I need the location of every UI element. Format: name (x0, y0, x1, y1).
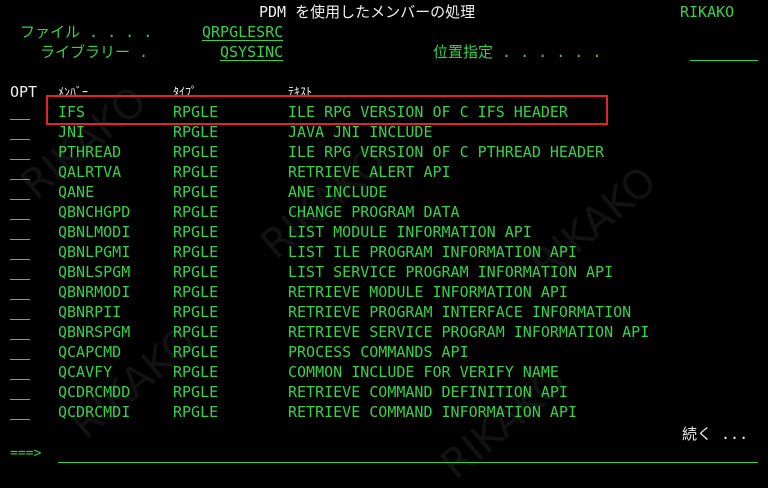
member-type: RPGLE (173, 203, 219, 221)
option-input[interactable] (10, 359, 30, 360)
member-name: QBNCHGPD (58, 203, 131, 221)
member-text: LIST ILE PROGRAM INFORMATION API (288, 243, 577, 261)
member-text: RETRIEVE COMMAND INFORMATION API (288, 403, 577, 421)
option-input[interactable] (10, 339, 30, 340)
member-text: COMMON INCLUDE FOR VERIFY NAME (288, 363, 559, 381)
option-input[interactable] (10, 379, 30, 380)
member-text: LIST SERVICE PROGRAM INFORMATION API (288, 263, 614, 281)
option-input[interactable] (10, 259, 30, 260)
position-field[interactable] (690, 60, 758, 61)
member-name: PTHREAD (58, 143, 122, 161)
member-name: QBNLMODI (58, 223, 131, 241)
member-text: RETRIEVE PROGRAM INTERFACE INFORMATION (288, 303, 632, 321)
member-type: RPGLE (173, 363, 219, 381)
option-input[interactable] (10, 239, 30, 240)
system-name: RIKAKO (680, 3, 735, 21)
option-input[interactable] (10, 279, 30, 280)
member-text: RETRIEVE MODULE INFORMATION API (288, 283, 568, 301)
position-label: 位置指定 . . . . . . (433, 43, 602, 61)
member-text: PROCESS COMMANDS API (288, 343, 469, 361)
file-field[interactable]: QRPGLESRC (202, 22, 283, 42)
option-input[interactable] (10, 139, 30, 140)
member-type: RPGLE (173, 143, 219, 161)
option-input[interactable] (10, 419, 30, 420)
member-text: ANE INCLUDE (288, 183, 388, 201)
member-name: QCAPCMD (58, 343, 122, 361)
member-name: QALRTVA (58, 163, 122, 181)
member-type: RPGLE (173, 183, 219, 201)
member-name: QBNRMODI (58, 283, 131, 301)
member-type: RPGLE (173, 223, 219, 241)
library-label: ライブラリー . (40, 43, 149, 61)
more-indicator: 続く ... (682, 425, 749, 443)
library-field[interactable]: QSYSINC (220, 42, 283, 62)
command-input[interactable] (58, 462, 758, 463)
option-input[interactable] (10, 179, 30, 180)
member-name: QCDRCMDD (58, 383, 131, 401)
option-input[interactable] (10, 399, 30, 400)
member-type: RPGLE (173, 323, 219, 341)
member-name: QBNLSPGM (58, 263, 131, 281)
option-input[interactable] (10, 119, 30, 120)
option-input[interactable] (10, 219, 30, 220)
member-type: RPGLE (173, 383, 219, 401)
member-name: QCAVFY (58, 363, 113, 381)
member-text: LIST MODULE INFORMATION API (288, 223, 532, 241)
member-type: RPGLE (173, 243, 219, 261)
command-prompt: ===> (10, 446, 42, 461)
member-text: ILE RPG VERSION OF C PTHREAD HEADER (288, 143, 605, 161)
member-name: QBNRPII (58, 303, 122, 321)
member-text: CHANGE PROGRAM DATA (288, 203, 460, 221)
member-type: RPGLE (173, 163, 219, 181)
member-type: RPGLE (173, 343, 219, 361)
option-input[interactable] (10, 319, 30, 320)
screen-title: PDM を使用したメンバーの処理 (259, 3, 476, 21)
member-name: QCDRCMDI (58, 403, 131, 421)
member-type: RPGLE (173, 263, 219, 281)
member-name: QBNRSPGM (58, 323, 131, 341)
member-text: JAVA JNI INCLUDE (288, 123, 433, 141)
file-label: ファイル . . . . (20, 23, 153, 41)
member-type: RPGLE (173, 403, 219, 421)
member-name: QANE (58, 183, 95, 201)
option-input[interactable] (10, 299, 30, 300)
member-type: RPGLE (173, 123, 219, 141)
member-type: RPGLE (173, 283, 219, 301)
member-name: JNI (58, 123, 86, 141)
member-name: QBNLPGMI (58, 243, 131, 261)
member-type: RPGLE (173, 303, 219, 321)
member-text: RETRIEVE COMMAND DEFINITION API (288, 383, 568, 401)
member-text: RETRIEVE SERVICE PROGRAM INFORMATION API (288, 323, 650, 341)
option-input[interactable] (10, 159, 30, 160)
option-input[interactable] (10, 199, 30, 200)
highlight-box (46, 95, 608, 125)
member-text: RETRIEVE ALERT API (288, 163, 451, 181)
column-header-opt: OPT (10, 83, 38, 101)
